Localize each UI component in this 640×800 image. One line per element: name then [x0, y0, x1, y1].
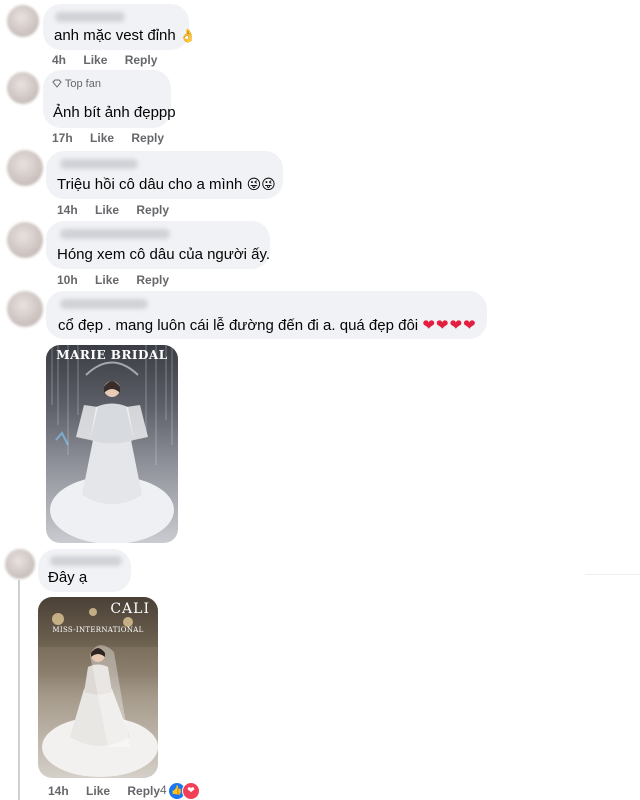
reaction-count: 4	[160, 783, 167, 797]
wedding-dress-photo	[38, 608, 158, 777]
reply-link[interactable]: Reply	[127, 784, 160, 798]
comment-bubble: Triệu hồi cô dâu cho a mình 😜😜	[46, 151, 283, 199]
like-link[interactable]: Like	[90, 131, 114, 145]
avatar[interactable]	[5, 549, 35, 579]
avatar[interactable]	[7, 72, 39, 104]
comment-time[interactable]: 10h	[57, 273, 78, 287]
avatar[interactable]	[7, 222, 43, 258]
attached-photo[interactable]: CALI MISS-INTERNATIONAL	[38, 597, 158, 778]
diamond-icon	[52, 79, 62, 88]
wedding-dress-photo	[50, 345, 174, 543]
photo-brand: CALI	[110, 601, 150, 617]
comment-bubble: Hóng xem cô dâu của người ấy.	[46, 221, 270, 269]
comment-bubble: Top fan Ảnh bít ảnh đẹppp	[43, 70, 176, 128]
comment-text: anh mặc vest đỉnh	[54, 27, 176, 44]
comment-meta: 4h Like Reply	[52, 53, 171, 67]
reply-link[interactable]: Reply	[125, 53, 158, 67]
comment-bubble: anh mặc vest đỉnh 👌	[43, 4, 196, 50]
comment-meta: 17h Like Reply	[52, 131, 178, 145]
top-fan-badge: Top fan	[64, 78, 101, 90]
comment-text: Ảnh bít ảnh đẹppp	[53, 104, 176, 121]
attached-photo[interactable]: MARIE BRIDAL	[46, 345, 178, 543]
winking-tongue-emoji: 😜😜	[246, 177, 276, 193]
reply-link[interactable]: Reply	[136, 273, 169, 287]
comment-time[interactable]: 4h	[52, 53, 66, 67]
photo-subtitle: MISS-INTERNATIONAL	[52, 626, 144, 634]
avatar[interactable]	[7, 291, 43, 327]
ok-hand-emoji: 👌	[179, 29, 197, 44]
reaction-summary[interactable]: 4 👍 ❤	[160, 782, 210, 800]
commenter-name[interactable]	[50, 556, 122, 566]
like-link[interactable]: Like	[83, 53, 107, 67]
comment-text: Hóng xem cô dâu của người ấy.	[57, 246, 271, 263]
commenter-name[interactable]	[60, 159, 138, 169]
photo-caption: MARIE BRIDAL	[56, 348, 168, 362]
comment-meta: 10h Like Reply	[57, 273, 183, 287]
avatar[interactable]	[7, 5, 39, 37]
like-link[interactable]: Like	[95, 203, 119, 217]
comment-text: cổ đẹp . mang luôn cái lễ đường đến đi a…	[58, 317, 419, 334]
like-link[interactable]: Like	[86, 784, 110, 798]
divider-line	[585, 574, 640, 575]
comment-bubble: cổ đẹp . mang luôn cái lễ đường đến đi a…	[46, 291, 487, 339]
commenter-name[interactable]	[60, 299, 148, 309]
love-icon: ❤	[182, 782, 200, 800]
comment-time[interactable]: 14h	[57, 203, 78, 217]
avatar[interactable]	[7, 150, 43, 186]
red-hearts-emoji: ❤❤❤❤	[422, 316, 477, 334]
comment-meta: 14h Like Reply	[48, 784, 174, 798]
comment-bubble: Đây ạ	[38, 549, 131, 592]
commenter-name[interactable]	[55, 12, 125, 22]
reply-link[interactable]: Reply	[131, 131, 164, 145]
comment-time[interactable]: 14h	[48, 784, 69, 798]
comment-text: Đây ạ	[48, 569, 88, 586]
commenter-name[interactable]	[60, 229, 170, 239]
like-link[interactable]: Like	[95, 273, 119, 287]
reply-thread-line	[18, 580, 20, 800]
comment-text: Triệu hồi cô dâu cho a mình	[57, 176, 243, 193]
reply-link[interactable]: Reply	[136, 203, 169, 217]
comment-meta: 14h Like Reply	[57, 203, 183, 217]
comment-time[interactable]: 17h	[52, 131, 73, 145]
